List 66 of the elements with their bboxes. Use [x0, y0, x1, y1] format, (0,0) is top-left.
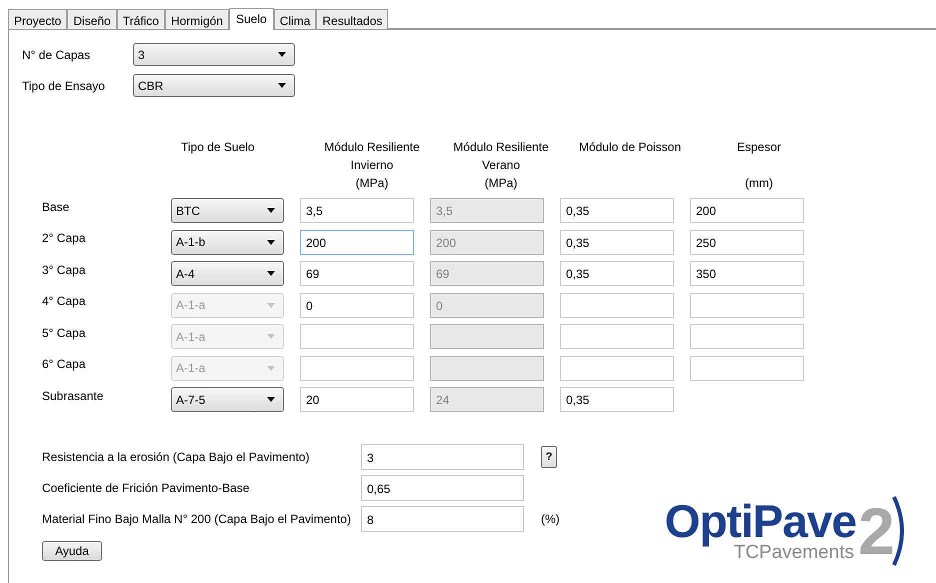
layer-label: Base	[42, 198, 70, 216]
tab[interactable]: Suelo	[228, 8, 274, 30]
tab[interactable]: Diseño	[67, 9, 117, 29]
layer-label: 3° Capa	[42, 262, 86, 278]
input-field[interactable]: 3	[361, 444, 524, 470]
field-label: Tipo de Ensayo	[22, 78, 106, 94]
input-field[interactable]: 0,35	[560, 387, 674, 412]
property-label: Material Fino Bajo Malla N° 200 (Capa Bajo el Pavimento)	[42, 511, 352, 528]
help-button[interactable]: ?	[541, 446, 557, 468]
tab[interactable]: Resultados	[316, 9, 388, 29]
caret-icon	[267, 334, 275, 339]
input-field[interactable]: 3,5	[300, 198, 414, 223]
property-label: Coeficiente de Frición Pavimento-Base	[42, 480, 250, 497]
tab[interactable]: Tráfico	[116, 9, 165, 29]
tab[interactable]: Clima	[274, 9, 316, 29]
input-field[interactable]	[690, 292, 804, 318]
input-field[interactable]: 0,35	[560, 230, 674, 254]
input-field[interactable]: 0,35	[560, 261, 674, 286]
input-field[interactable]	[690, 324, 804, 349]
input-field[interactable]	[560, 324, 674, 349]
column-header: Tipo de Suelo	[180, 139, 256, 156]
layer-label: Subrasante	[42, 388, 104, 404]
caret-icon	[267, 240, 275, 244]
column-header: Módulo Resiliente Verano (MPa)	[452, 139, 550, 192]
caret-icon	[278, 83, 286, 88]
input-field[interactable]: 20	[300, 387, 414, 412]
tab[interactable]: Proyecto	[8, 9, 68, 29]
input-field[interactable]: 350	[690, 261, 804, 286]
dropdown[interactable]: A-1-b	[171, 230, 284, 254]
input-field[interactable]: 69	[300, 261, 414, 286]
unit-label: (%)	[541, 511, 560, 528]
layer-label: 5° Capa	[42, 324, 86, 342]
dropdown[interactable]: CBR	[133, 74, 295, 97]
caret-icon	[267, 397, 275, 402]
tab[interactable]: Hormigón	[164, 9, 229, 29]
column-header: Módulo Resiliente Invierno (MPa)	[323, 139, 421, 192]
input-field[interactable]: 8	[361, 506, 524, 532]
field-label: N° de Capas	[22, 46, 92, 64]
input-field[interactable]	[690, 356, 804, 380]
input-field[interactable]	[560, 356, 674, 380]
input-field[interactable]: 250	[690, 230, 804, 254]
property-label: Resistencia a la erosión (Capa Bajo el Pavimento)	[42, 449, 310, 466]
caret-icon	[278, 52, 286, 57]
input-field[interactable]	[560, 292, 674, 318]
column-header: Espesor (mm)	[736, 139, 782, 192]
layer-label: 6° Capa	[42, 356, 86, 373]
layer-label: 2° Capa	[42, 230, 86, 247]
help-button[interactable]: Ayuda	[42, 541, 102, 561]
input-field[interactable]: 200	[690, 198, 804, 223]
dropdown[interactable]: A-4	[171, 261, 284, 286]
caret-icon	[267, 366, 275, 370]
caret-icon	[267, 208, 275, 213]
input-field[interactable]	[300, 324, 414, 349]
caret-icon	[267, 271, 275, 276]
arc-icon	[892, 495, 904, 567]
input-field[interactable]: 0	[300, 292, 414, 318]
layer-label: 4° Capa	[42, 293, 86, 310]
dropdown[interactable]: BTC	[171, 198, 284, 223]
caret-icon	[267, 302, 275, 308]
column-header: Módulo de Poisson	[578, 139, 682, 156]
dropdown[interactable]: 3	[133, 43, 295, 66]
input-field[interactable]: 0,35	[560, 198, 674, 223]
dropdown[interactable]: A-7-5	[171, 387, 284, 412]
input-field[interactable]: 0,65	[361, 475, 524, 501]
input-field[interactable]: 200	[300, 230, 414, 254]
input-field[interactable]	[300, 356, 414, 380]
